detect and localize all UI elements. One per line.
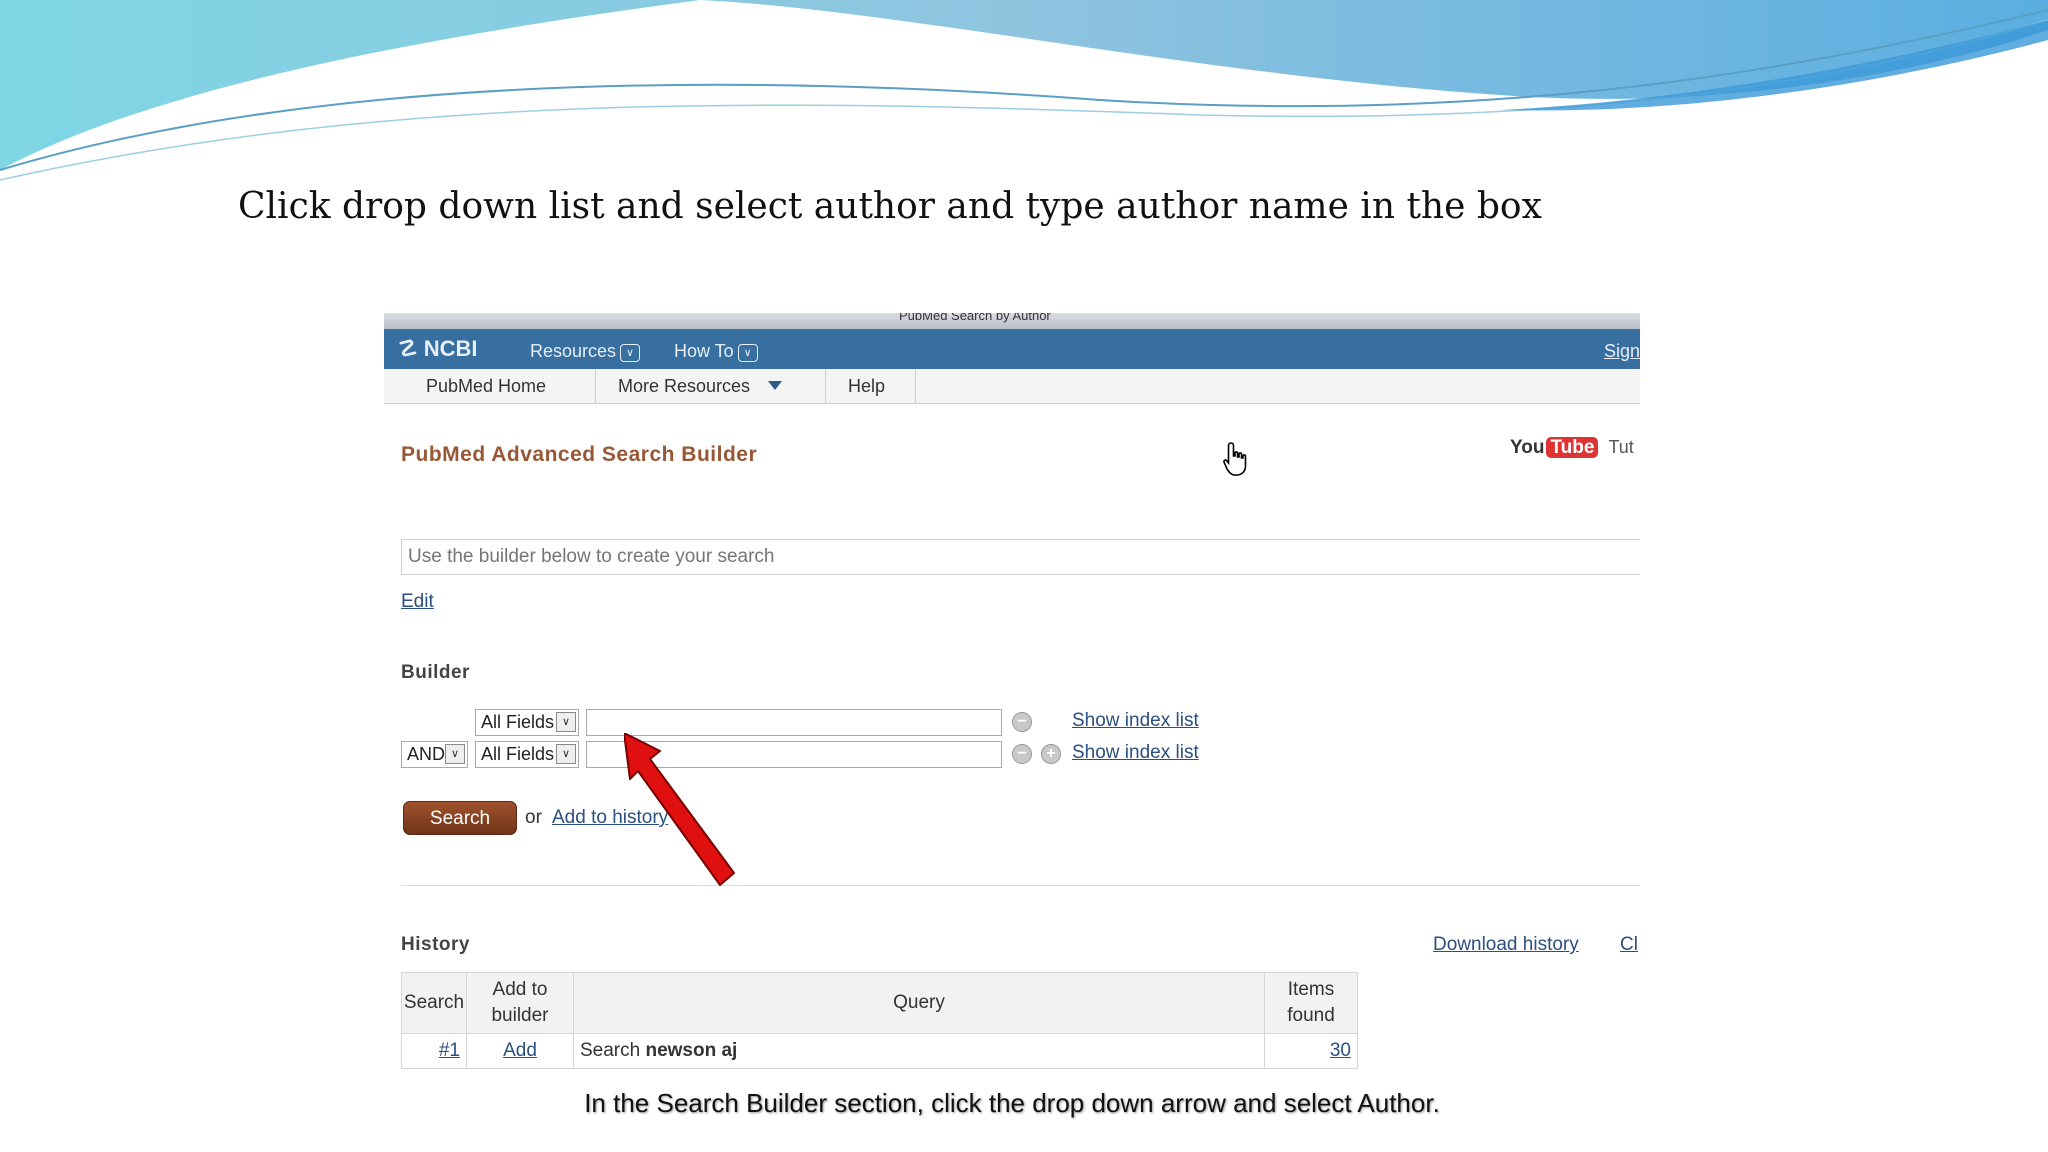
chevron-down-icon: ∨ [620,344,641,362]
ncbi-top-bar: ☡ NCBI Resources ∨ How To ∨ Sign [384,329,1640,369]
col-items-found: Items found [1264,972,1358,1034]
youtube-logo-you: You [1510,437,1545,458]
col-add-to-builder: Add to builder [466,972,574,1034]
col-add-line1: Add to [492,979,548,1000]
youtube-tutorial-link[interactable]: You Tube Tut [1510,437,1634,459]
operator-select-row2[interactable]: AND ∨ [401,741,468,768]
page-title: PubMed Advanced Search Builder [401,443,758,466]
screenshot-caption: In the Search Builder section, click the… [584,1088,1440,1118]
add-row-icon[interactable]: + [1041,744,1061,764]
sub-navigation: PubMed Home More Resources Help [384,369,1640,404]
history-cell-query: Search newson aj [573,1033,1265,1069]
query-term: newson aj [645,1040,738,1061]
add-to-builder-link[interactable]: Add [503,1040,537,1061]
dropdown-arrow-icon[interactable]: ∨ [556,712,576,732]
items-found-link[interactable]: 30 [1330,1040,1351,1061]
ncbi-logo[interactable]: ☡ NCBI [398,336,478,362]
tutorial-label: Tut [1608,437,1634,457]
tab-more-resources[interactable]: More Resources [596,369,826,403]
col-add-line2: builder [491,1005,549,1026]
table-row: #1 Add Search newson aj 30 [401,1033,1358,1069]
ncbi-logo-text: NCBI [423,336,478,361]
hand-cursor-icon [1223,442,1247,476]
remove-row-icon[interactable]: − [1012,744,1032,764]
history-heading: History [401,934,470,955]
col-items-line1: Items [1287,979,1335,1000]
field-select-row1-value: All Fields [481,712,555,732]
signin-link[interactable]: Sign [1604,341,1640,362]
col-query: Query [573,972,1265,1034]
youtube-logo-tube: Tube [1546,437,1599,458]
field-select-row2-value: All Fields [481,744,555,764]
search-number-link[interactable]: #1 [439,1040,460,1061]
dropdown-arrow-icon[interactable]: ∨ [556,744,576,764]
caret-down-icon [768,381,783,390]
col-search: Search [401,972,467,1034]
show-index-list-row1[interactable]: Show index list [1072,710,1199,732]
query-prefix: Search [580,1040,646,1061]
section-divider [401,885,1640,886]
tab-more-resources-label: More Resources [618,376,751,396]
chevron-down-icon: ∨ [737,344,758,362]
resources-menu[interactable]: Resources ∨ [530,341,641,362]
slide-instruction: Click drop down list and select author a… [238,186,1542,227]
howto-label: How To [674,341,734,361]
tab-help[interactable]: Help [826,369,916,403]
term-input-row1[interactable] [586,709,1002,736]
show-index-list-row2[interactable]: Show index list [1072,742,1199,764]
howto-menu[interactable]: How To ∨ [674,341,758,362]
tab-pubmed-home[interactable]: PubMed Home [404,369,596,403]
pubmed-screenshot: PubMed Search by Author ☡ NCBI Resources ∨… [384,313,1640,1121]
or-text: or [525,807,542,828]
remove-row-icon[interactable]: − [1012,712,1032,732]
field-select-row2[interactable]: All Fields ∨ [475,741,579,768]
history-cell-items: 30 [1264,1033,1358,1069]
history-table: Search Add to builder Query Items found #1… [401,972,1358,1069]
operator-select-row2-value: AND [407,744,446,764]
history-cell-num: #1 [401,1033,467,1069]
search-query-box[interactable] [401,539,1640,575]
builder-heading: Builder [401,662,470,683]
red-arrow-pointer-icon [624,733,735,886]
resources-label: Resources [530,341,617,361]
ncbi-helix-icon: ☡ [398,336,418,361]
clear-history-link[interactable]: Cl [1620,934,1638,956]
window-title: PubMed Search by Author [899,313,1051,323]
browser-title-strip: PubMed Search by Author [384,313,1640,329]
search-button[interactable]: Search [403,801,517,835]
field-select-row1[interactable]: All Fields ∨ [475,709,579,736]
edit-link[interactable]: Edit [401,591,434,613]
history-header-row: Search Add to builder Query Items found [401,972,1358,1034]
dropdown-arrow-icon[interactable]: ∨ [445,744,465,764]
col-items-line2: found [1287,1005,1335,1026]
download-history-link[interactable]: Download history [1433,934,1579,956]
header-swoosh-decoration [0,0,2048,181]
history-cell-add: Add [466,1033,574,1069]
